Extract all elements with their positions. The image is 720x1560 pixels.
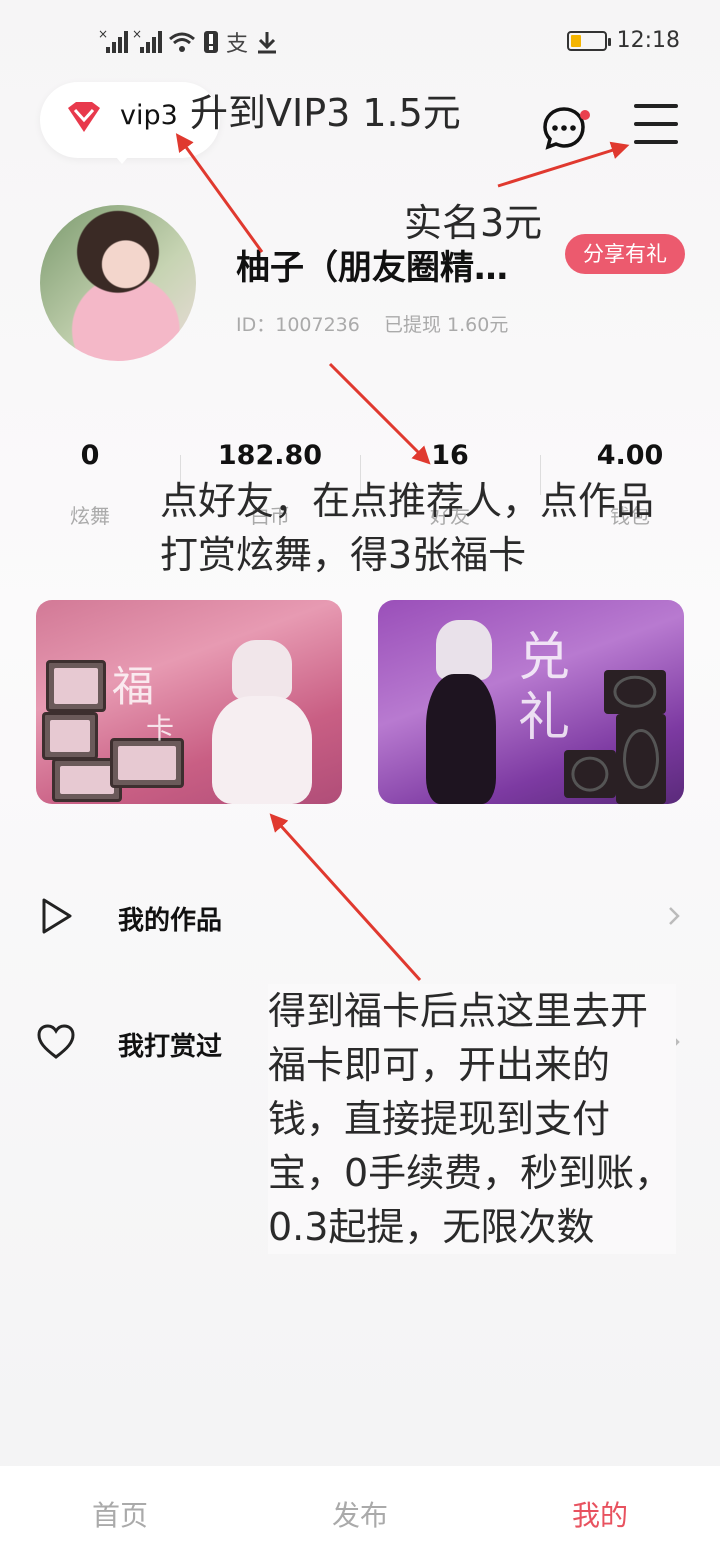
stat-value: 4.00 [596, 440, 664, 471]
arrow-to-menu [497, 141, 630, 188]
username: 柚子（朋友圈精… [236, 248, 508, 288]
nav-publish[interactable]: 发布 [240, 1494, 480, 1534]
card-char: 礼 [518, 688, 571, 748]
status-right: 12:18 [566, 28, 680, 53]
heart-icon [37, 1024, 75, 1059]
card-char: 福 [112, 662, 155, 711]
annotation-line: 0.3起提，无限次数 [268, 1205, 595, 1249]
tv-decoration [42, 712, 98, 760]
signal-icon-2: × [132, 27, 162, 53]
wifi-icon [169, 32, 195, 52]
stat-value: 0 [80, 440, 100, 471]
vip-bubble-tail [110, 150, 134, 164]
character-body [426, 674, 496, 804]
share-gift-button[interactable]: 分享有礼 [565, 234, 685, 274]
withdrawn-amount: 已提现 1.60元 [384, 314, 509, 336]
speaker-decoration [564, 750, 616, 798]
stat-value: 182.80 [217, 440, 323, 471]
download-icon [258, 32, 277, 54]
status-icons: × × 支 [98, 27, 278, 57]
stat-dance[interactable]: 0 炫舞 [0, 440, 180, 529]
card-char: 兑 [518, 628, 571, 688]
boombox-decoration [604, 670, 666, 714]
character-head [232, 640, 292, 700]
user-id: ID：1007236 [236, 314, 360, 336]
alert-icon [204, 31, 218, 53]
annotation-open-card: 得到福卡后点这里去开 福卡即可，开出来的 钱，直接提现到支付 宝，0手续费，秒到… [268, 984, 677, 1254]
my-works-label[interactable]: 我的作品 [118, 900, 222, 937]
card-char: 卡 [146, 712, 175, 745]
annotation-line: 点好友，在点推荐人，点作品 [160, 479, 655, 523]
chevron-right-icon [669, 907, 680, 925]
nav-me[interactable]: 我的 [480, 1494, 720, 1534]
menu-icon[interactable] [634, 104, 678, 144]
card-title: 福 卡 [112, 662, 174, 746]
nav-home[interactable]: 首页 [0, 1494, 240, 1534]
redeem-gift-banner[interactable]: 兑 礼 [378, 600, 684, 804]
annotation-upgrade-vip: 升到VIP3 1.5元 [190, 91, 461, 135]
status-bar: × × 支 12:18 [0, 0, 720, 70]
annotation-line: 福卡即可，开出来的 [268, 1043, 611, 1087]
signal-icon: × [98, 27, 128, 53]
my-tips-label[interactable]: 我打赏过 [118, 1026, 222, 1063]
clock: 12:18 [616, 28, 680, 53]
play-icon [42, 898, 72, 934]
character-body [212, 696, 312, 804]
stat-label: 炫舞 [70, 504, 110, 528]
character-head [436, 620, 492, 680]
annotation-line: 宝，0手续费，秒到账， [268, 1151, 673, 1195]
battery-icon [566, 30, 611, 51]
annotation-line: 钱，直接提现到支付 [268, 1097, 611, 1141]
card-title: 兑 礼 [518, 628, 570, 748]
diamond-icon [68, 102, 100, 132]
lucky-card-banner[interactable]: 福 卡 [36, 600, 342, 804]
arrow-to-lucky-card [269, 813, 422, 982]
stat-value: 16 [431, 440, 469, 471]
alipay-icon: 支 [226, 32, 249, 57]
avatar[interactable] [40, 205, 196, 361]
notification-dot [580, 110, 590, 120]
annotation-line: 打赏炫舞，得3张福卡 [160, 533, 527, 577]
vip-level: vip3 [120, 100, 178, 131]
annotation-friend-steps: 点好友，在点推荐人，点作品 打赏炫舞，得3张福卡 [160, 474, 654, 582]
annotation-line: 得到福卡后点这里去开 [268, 989, 649, 1033]
speaker-decoration [616, 714, 666, 804]
tv-decoration [46, 660, 106, 712]
